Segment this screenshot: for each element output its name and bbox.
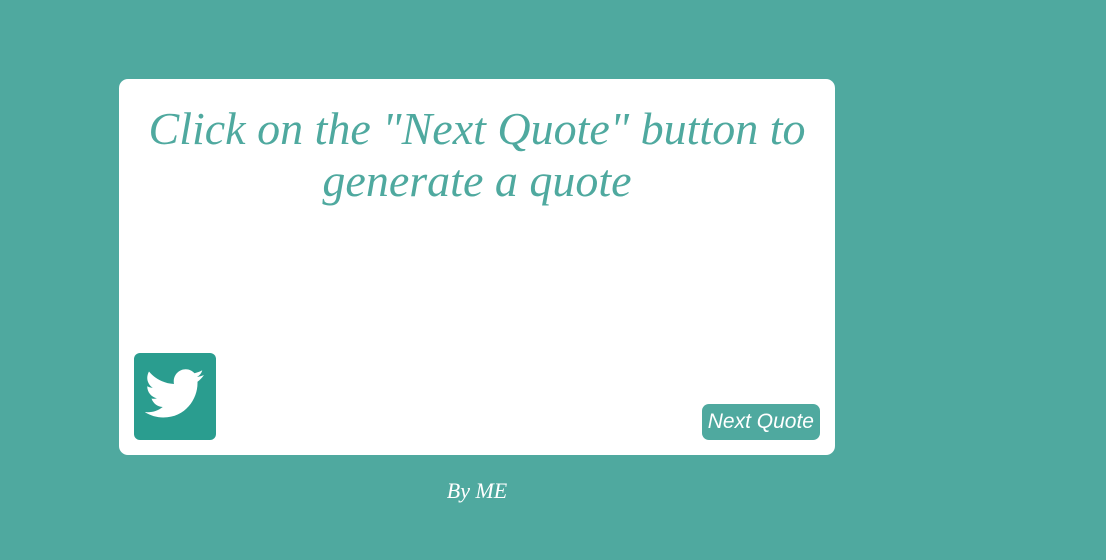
twitter-bird-icon [144, 369, 205, 424]
quote-card: Click on the "Next Quote" button to gene… [119, 79, 835, 455]
tweet-button[interactable] [134, 353, 216, 440]
footer-credit: By ME [446, 478, 508, 503]
quote-text: Click on the "Next Quote" button to gene… [148, 103, 806, 206]
next-quote-button[interactable]: Next Quote [701, 404, 820, 440]
